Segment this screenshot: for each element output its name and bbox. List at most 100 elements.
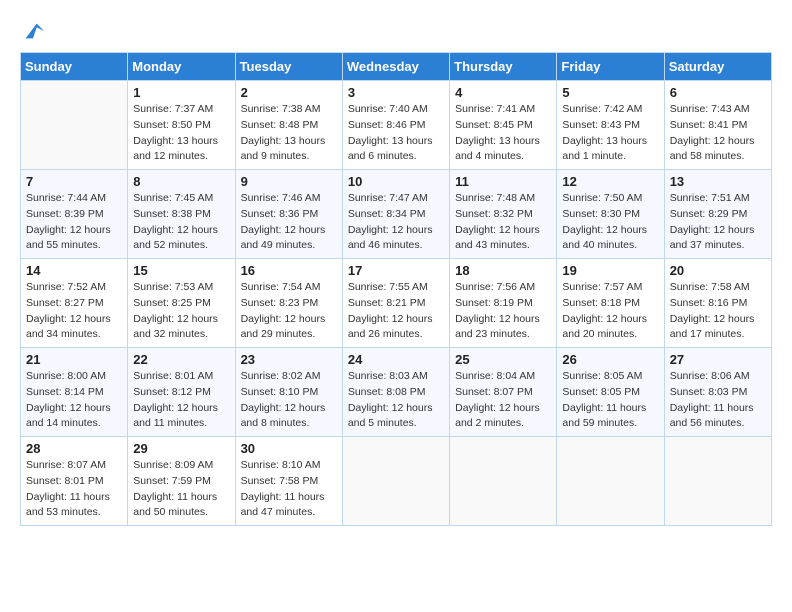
calendar-cell: 18 Sunrise: 7:56 AM Sunset: 8:19 PM Dayli… [450, 259, 557, 348]
day-number: 4 [455, 85, 551, 100]
day-info: Sunrise: 7:42 AM Sunset: 8:43 PM Dayligh… [562, 102, 658, 165]
day-number: 28 [26, 441, 122, 456]
day-info: Sunrise: 8:07 AM Sunset: 8:01 PM Dayligh… [26, 458, 122, 521]
calendar-week-5: 28 Sunrise: 8:07 AM Sunset: 8:01 PM Dayli… [21, 437, 772, 526]
day-info: Sunrise: 7:43 AM Sunset: 8:41 PM Dayligh… [670, 102, 766, 165]
day-number: 2 [241, 85, 337, 100]
calendar-cell: 26 Sunrise: 8:05 AM Sunset: 8:05 PM Dayli… [557, 348, 664, 437]
day-number: 18 [455, 263, 551, 278]
day-info: Sunrise: 7:47 AM Sunset: 8:34 PM Dayligh… [348, 191, 444, 254]
day-info: Sunrise: 7:53 AM Sunset: 8:25 PM Dayligh… [133, 280, 229, 343]
day-number: 30 [241, 441, 337, 456]
header-day-friday: Friday [557, 53, 664, 81]
calendar-cell: 10Sunrise: 7:47 AM Sunset: 8:34 PM Dayli… [342, 170, 449, 259]
calendar-week-1: 1 Sunrise: 7:37 AM Sunset: 8:50 PM Daylig… [21, 81, 772, 170]
calendar-cell: 14 Sunrise: 7:52 AM Sunset: 8:27 PM Dayli… [21, 259, 128, 348]
day-number: 13 [670, 174, 766, 189]
header-day-saturday: Saturday [664, 53, 771, 81]
calendar-cell: 16 Sunrise: 7:54 AM Sunset: 8:23 PM Dayli… [235, 259, 342, 348]
calendar-cell [342, 437, 449, 526]
calendar-body: 1 Sunrise: 7:37 AM Sunset: 8:50 PM Daylig… [21, 81, 772, 526]
calendar-cell: 11 Sunrise: 7:48 AM Sunset: 8:32 PM Dayli… [450, 170, 557, 259]
day-info: Sunrise: 8:02 AM Sunset: 8:10 PM Dayligh… [241, 369, 337, 432]
calendar-cell: 3 Sunrise: 7:40 AM Sunset: 8:46 PM Daylig… [342, 81, 449, 170]
day-info: Sunrise: 8:10 AM Sunset: 7:58 PM Dayligh… [241, 458, 337, 521]
calendar-cell: 19Sunrise: 7:57 AM Sunset: 8:18 PM Dayli… [557, 259, 664, 348]
calendar-cell: 24 Sunrise: 8:03 AM Sunset: 8:08 PM Dayli… [342, 348, 449, 437]
calendar-cell: 20Sunrise: 7:58 AM Sunset: 8:16 PM Dayli… [664, 259, 771, 348]
day-info: Sunrise: 7:48 AM Sunset: 8:32 PM Dayligh… [455, 191, 551, 254]
day-number: 25 [455, 352, 551, 367]
calendar-week-4: 21 Sunrise: 8:00 AM Sunset: 8:14 PM Dayli… [21, 348, 772, 437]
day-info: Sunrise: 7:52 AM Sunset: 8:27 PM Dayligh… [26, 280, 122, 343]
calendar-cell: 5 Sunrise: 7:42 AM Sunset: 8:43 PM Daylig… [557, 81, 664, 170]
calendar-week-2: 7 Sunrise: 7:44 AM Sunset: 8:39 PM Daylig… [21, 170, 772, 259]
day-number: 12 [562, 174, 658, 189]
calendar-cell: 21 Sunrise: 8:00 AM Sunset: 8:14 PM Dayli… [21, 348, 128, 437]
calendar-cell: 4 Sunrise: 7:41 AM Sunset: 8:45 PM Daylig… [450, 81, 557, 170]
calendar-cell [21, 81, 128, 170]
day-info: Sunrise: 7:41 AM Sunset: 8:45 PM Dayligh… [455, 102, 551, 165]
day-info: Sunrise: 8:00 AM Sunset: 8:14 PM Dayligh… [26, 369, 122, 432]
calendar-cell: 29 Sunrise: 8:09 AM Sunset: 7:59 PM Dayli… [128, 437, 235, 526]
calendar-header: SundayMondayTuesdayWednesdayThursdayFrid… [21, 53, 772, 81]
day-number: 22 [133, 352, 229, 367]
day-info: Sunrise: 8:04 AM Sunset: 8:07 PM Dayligh… [455, 369, 551, 432]
day-number: 9 [241, 174, 337, 189]
calendar-cell [664, 437, 771, 526]
day-info: Sunrise: 8:03 AM Sunset: 8:08 PM Dayligh… [348, 369, 444, 432]
logo-icon [22, 20, 44, 42]
calendar-cell: 1 Sunrise: 7:37 AM Sunset: 8:50 PM Daylig… [128, 81, 235, 170]
day-number: 24 [348, 352, 444, 367]
header-day-tuesday: Tuesday [235, 53, 342, 81]
calendar-cell: 22 Sunrise: 8:01 AM Sunset: 8:12 PM Dayli… [128, 348, 235, 437]
day-info: Sunrise: 7:51 AM Sunset: 8:29 PM Dayligh… [670, 191, 766, 254]
day-info: Sunrise: 7:50 AM Sunset: 8:30 PM Dayligh… [562, 191, 658, 254]
calendar-cell: 15 Sunrise: 7:53 AM Sunset: 8:25 PM Dayli… [128, 259, 235, 348]
calendar-cell: 2 Sunrise: 7:38 AM Sunset: 8:48 PM Daylig… [235, 81, 342, 170]
day-info: Sunrise: 7:45 AM Sunset: 8:38 PM Dayligh… [133, 191, 229, 254]
calendar-cell [557, 437, 664, 526]
day-number: 14 [26, 263, 122, 278]
calendar-header-row: SundayMondayTuesdayWednesdayThursdayFrid… [21, 53, 772, 81]
day-info: Sunrise: 7:37 AM Sunset: 8:50 PM Dayligh… [133, 102, 229, 165]
page-header [20, 20, 772, 42]
day-info: Sunrise: 7:38 AM Sunset: 8:48 PM Dayligh… [241, 102, 337, 165]
header-day-sunday: Sunday [21, 53, 128, 81]
day-number: 21 [26, 352, 122, 367]
day-number: 16 [241, 263, 337, 278]
day-number: 27 [670, 352, 766, 367]
calendar-cell: 6Sunrise: 7:43 AM Sunset: 8:41 PM Daylig… [664, 81, 771, 170]
day-number: 15 [133, 263, 229, 278]
day-info: Sunrise: 7:54 AM Sunset: 8:23 PM Dayligh… [241, 280, 337, 343]
day-number: 23 [241, 352, 337, 367]
calendar-cell: 28 Sunrise: 8:07 AM Sunset: 8:01 PM Dayli… [21, 437, 128, 526]
calendar-week-3: 14 Sunrise: 7:52 AM Sunset: 8:27 PM Dayli… [21, 259, 772, 348]
day-info: Sunrise: 7:58 AM Sunset: 8:16 PM Dayligh… [670, 280, 766, 343]
day-number: 8 [133, 174, 229, 189]
day-info: Sunrise: 8:05 AM Sunset: 8:05 PM Dayligh… [562, 369, 658, 432]
day-info: Sunrise: 8:09 AM Sunset: 7:59 PM Dayligh… [133, 458, 229, 521]
day-info: Sunrise: 8:06 AM Sunset: 8:03 PM Dayligh… [670, 369, 766, 432]
day-info: Sunrise: 8:01 AM Sunset: 8:12 PM Dayligh… [133, 369, 229, 432]
day-info: Sunrise: 7:44 AM Sunset: 8:39 PM Dayligh… [26, 191, 122, 254]
day-number: 3 [348, 85, 444, 100]
day-info: Sunrise: 7:46 AM Sunset: 8:36 PM Dayligh… [241, 191, 337, 254]
day-info: Sunrise: 7:56 AM Sunset: 8:19 PM Dayligh… [455, 280, 551, 343]
day-number: 7 [26, 174, 122, 189]
day-number: 5 [562, 85, 658, 100]
day-number: 26 [562, 352, 658, 367]
day-number: 11 [455, 174, 551, 189]
day-info: Sunrise: 7:40 AM Sunset: 8:46 PM Dayligh… [348, 102, 444, 165]
calendar-cell: 7 Sunrise: 7:44 AM Sunset: 8:39 PM Daylig… [21, 170, 128, 259]
calendar-cell: 12 Sunrise: 7:50 AM Sunset: 8:30 PM Dayli… [557, 170, 664, 259]
calendar-cell: 23 Sunrise: 8:02 AM Sunset: 8:10 PM Dayli… [235, 348, 342, 437]
calendar-cell: 8 Sunrise: 7:45 AM Sunset: 8:38 PM Daylig… [128, 170, 235, 259]
day-info: Sunrise: 7:55 AM Sunset: 8:21 PM Dayligh… [348, 280, 444, 343]
day-number: 17 [348, 263, 444, 278]
day-number: 1 [133, 85, 229, 100]
calendar-table: SundayMondayTuesdayWednesdayThursdayFrid… [20, 52, 772, 526]
day-number: 29 [133, 441, 229, 456]
day-number: 19 [562, 263, 658, 278]
header-day-thursday: Thursday [450, 53, 557, 81]
